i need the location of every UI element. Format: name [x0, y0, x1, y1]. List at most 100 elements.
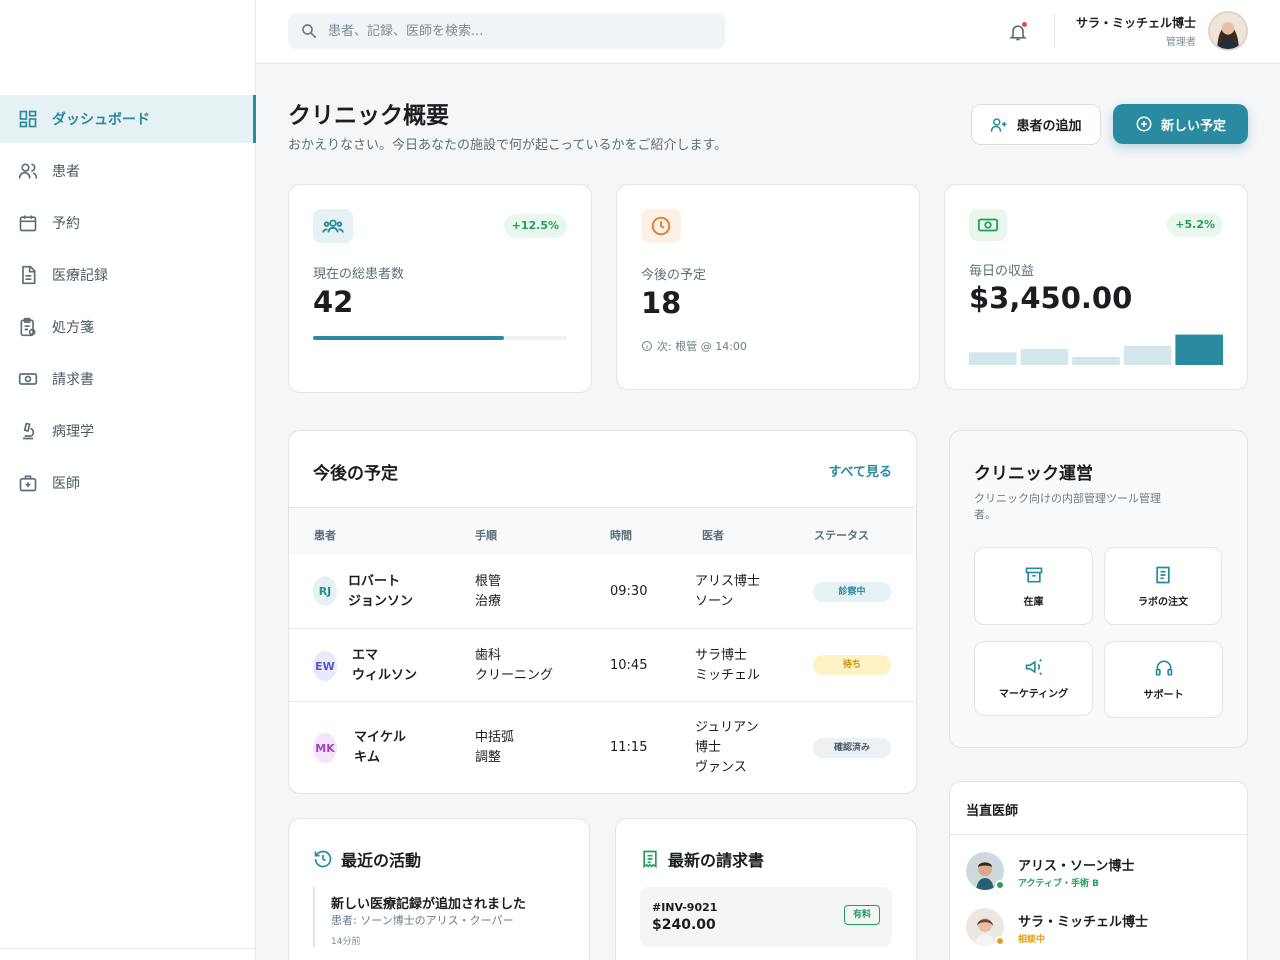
invoice-item[interactable]: #INV-9021 $240.00 有料 — [640, 887, 892, 947]
column-header-patient: 患者 — [314, 529, 336, 542]
procedure-line: 中括弧 — [475, 730, 515, 745]
revenue-label: 毎日の収益 — [969, 264, 1035, 279]
view-all-link[interactable]: すべて見る — [828, 461, 892, 480]
procedure-cell: 歯科 クリーニング — [475, 646, 553, 686]
patient-avatar: RJ — [313, 576, 337, 606]
patients-stat-icon — [313, 209, 353, 243]
patient-first-name: エマ — [352, 648, 379, 663]
sidebar-item-label: 医療記録 — [52, 268, 108, 284]
megaphone-icon — [1025, 658, 1042, 676]
table-header: 患者 手順 時間 医者 ステータス — [289, 507, 915, 555]
on-duty-title: 当直医師 — [966, 804, 1019, 819]
revenue-bar — [969, 352, 1017, 365]
user-role: 管理者 — [1166, 37, 1196, 48]
patient-last-name: キム — [354, 750, 381, 765]
time-cell: 11:15 — [610, 740, 648, 755]
sidebar-item-label: 予約 — [52, 216, 80, 232]
revenue-bar — [1072, 357, 1120, 365]
sidebar-item-doctors[interactable]: 医師 — [0, 459, 256, 507]
doctor-line: ヴァンス — [695, 760, 747, 775]
latest-invoice-title: 最新の請求書 — [640, 847, 764, 871]
sidebar-nav: ダッシュボード 患者 予約 医療記録 処方箋 請求書 病理学 医師 — [0, 95, 256, 511]
procedure-line: 治療 — [475, 594, 502, 609]
doctor-status: 相談中 — [1018, 935, 1046, 945]
time-cell: 09:30 — [610, 584, 648, 599]
sidebar-item-prescriptions[interactable]: 処方箋 — [0, 303, 256, 351]
procedure-line: クリーニング — [475, 668, 554, 683]
lab-order-icon — [1156, 566, 1170, 583]
patients-label: 現在の総患者数 — [313, 267, 405, 282]
info-icon — [642, 341, 652, 351]
activity-subtitle: 患者: ソーン博士のアリス・クーパー — [331, 914, 514, 927]
sidebar-item-medical-records[interactable]: 医療記録 — [0, 251, 256, 299]
doctor-cell: アリス博士 ソーン — [695, 572, 760, 612]
revenue-mini-chart — [969, 334, 1223, 365]
document-icon — [22, 265, 36, 285]
sidebar-item-label: 処方箋 — [52, 320, 94, 336]
doctor-line: ソーン — [695, 594, 734, 609]
search-input[interactable] — [328, 13, 708, 49]
lab-order-label: ラボの注文 — [1138, 596, 1188, 608]
doctor-line: アリス博士 — [695, 574, 761, 589]
status-badge: 診察中 — [813, 582, 891, 602]
doctor-cell: サラ博士 ミッチェル — [695, 646, 760, 686]
notification-dot — [1021, 21, 1028, 28]
revenue-value: $3,450.00 — [969, 281, 1133, 315]
inventory-label: 在庫 — [1023, 596, 1044, 608]
sidebar-item-dashboard[interactable]: ダッシュボード — [0, 95, 256, 143]
column-header-procedure: 手順 — [475, 529, 497, 542]
invoice-amount: $240.00 — [652, 917, 716, 933]
time-cell: 10:45 — [610, 658, 648, 673]
recent-activity-card: 最近の活動 新しい医療記録が追加されました 患者: ソーン博士のアリス・クーパー… — [288, 818, 590, 960]
support-label: サポート — [1143, 690, 1184, 701]
sidebar-item-label: 請求書 — [52, 372, 94, 388]
stat-card-appointments: 今後の予定 18 次: 根管 @ 14:00 — [616, 184, 920, 390]
marketing-tile[interactable]: マーケティング — [974, 641, 1093, 716]
column-header-status: ステータス — [814, 529, 869, 542]
activity-title: 新しい医療記録が追加されました — [331, 897, 527, 912]
next-appointment-note: 次: 根管 @ 14:00 — [641, 338, 747, 354]
cash-icon — [977, 218, 999, 232]
new-appointment-button[interactable]: 新しい予定 — [1113, 104, 1248, 144]
table-row[interactable]: MK マイケル キム 中括弧 調整 11:15 ジュリアン 博士 ヴァンス 確認… — [289, 701, 915, 793]
sidebar-item-label: 患者 — [52, 164, 80, 180]
clock-icon — [651, 216, 671, 236]
lab-order-tile[interactable]: ラボの注文 — [1104, 547, 1222, 625]
search-bar — [288, 13, 725, 49]
patient-last-name: ウィルソン — [352, 668, 418, 683]
next-appointment-text: 次: 根管 @ 14:00 — [657, 340, 747, 353]
topbar-divider — [1054, 14, 1055, 48]
procedure-cell: 中括弧 調整 — [475, 728, 514, 768]
user-avatar[interactable] — [1208, 11, 1248, 51]
sidebar-item-patients[interactable]: 患者 — [0, 147, 256, 195]
patient-last-name: ジョンソン — [348, 594, 414, 609]
stat-card-patients: +12.5% 現在の総患者数 42 — [288, 184, 592, 393]
add-patient-button[interactable]: 患者の追加 — [971, 104, 1101, 145]
receipt-icon — [643, 850, 657, 869]
prescription-icon — [20, 317, 36, 337]
inventory-tile[interactable]: 在庫 — [974, 547, 1093, 625]
topbar: サラ・ミッチェル博士 管理者 — [256, 0, 1280, 64]
sidebar-item-invoices[interactable]: 請求書 — [0, 355, 256, 403]
users-icon — [18, 163, 38, 179]
microscope-icon — [23, 422, 35, 440]
patient-name: ロバート ジョンソン — [348, 572, 413, 612]
medical-kit-icon — [19, 475, 37, 492]
sidebar-item-pathology[interactable]: 病理学 — [0, 407, 256, 455]
procedure-line: 歯科 — [475, 648, 502, 663]
clinic-ops-card: クリニック運営 クリニック向けの内部管理ツール管理者。 在庫 ラボの注文 マーケ… — [949, 430, 1248, 748]
search-icon — [302, 24, 317, 39]
user-name: サラ・ミッチェル博士 — [1075, 16, 1196, 30]
appointments-label: 今後の予定 — [641, 268, 707, 283]
invoice-id: #INV-9021 — [652, 901, 718, 914]
sidebar-item-label: 病理学 — [52, 424, 94, 440]
page-subtitle: おかえりなさい。今日あなたの施設で何が起こっているかをご紹介します。 — [288, 138, 728, 153]
doctor-line: ジュリアン — [695, 720, 759, 735]
support-tile[interactable]: サポート — [1104, 641, 1223, 718]
table-row[interactable]: RJ ロバート ジョンソン 根管 治療 09:30 アリス博士 ソーン 診察中 — [289, 555, 915, 628]
sidebar-item-appointments[interactable]: 予約 — [0, 199, 256, 247]
sidebar: ダッシュボード 患者 予約 医療記録 処方箋 請求書 病理学 医師 — [0, 0, 256, 960]
column-header-time: 時間 — [610, 529, 632, 542]
table-row[interactable]: EW エマ ウィルソン 歯科 クリーニング 10:45 サラ博士 ミッチェル 待… — [289, 628, 915, 701]
sidebar-item-label: 医師 — [52, 476, 80, 492]
